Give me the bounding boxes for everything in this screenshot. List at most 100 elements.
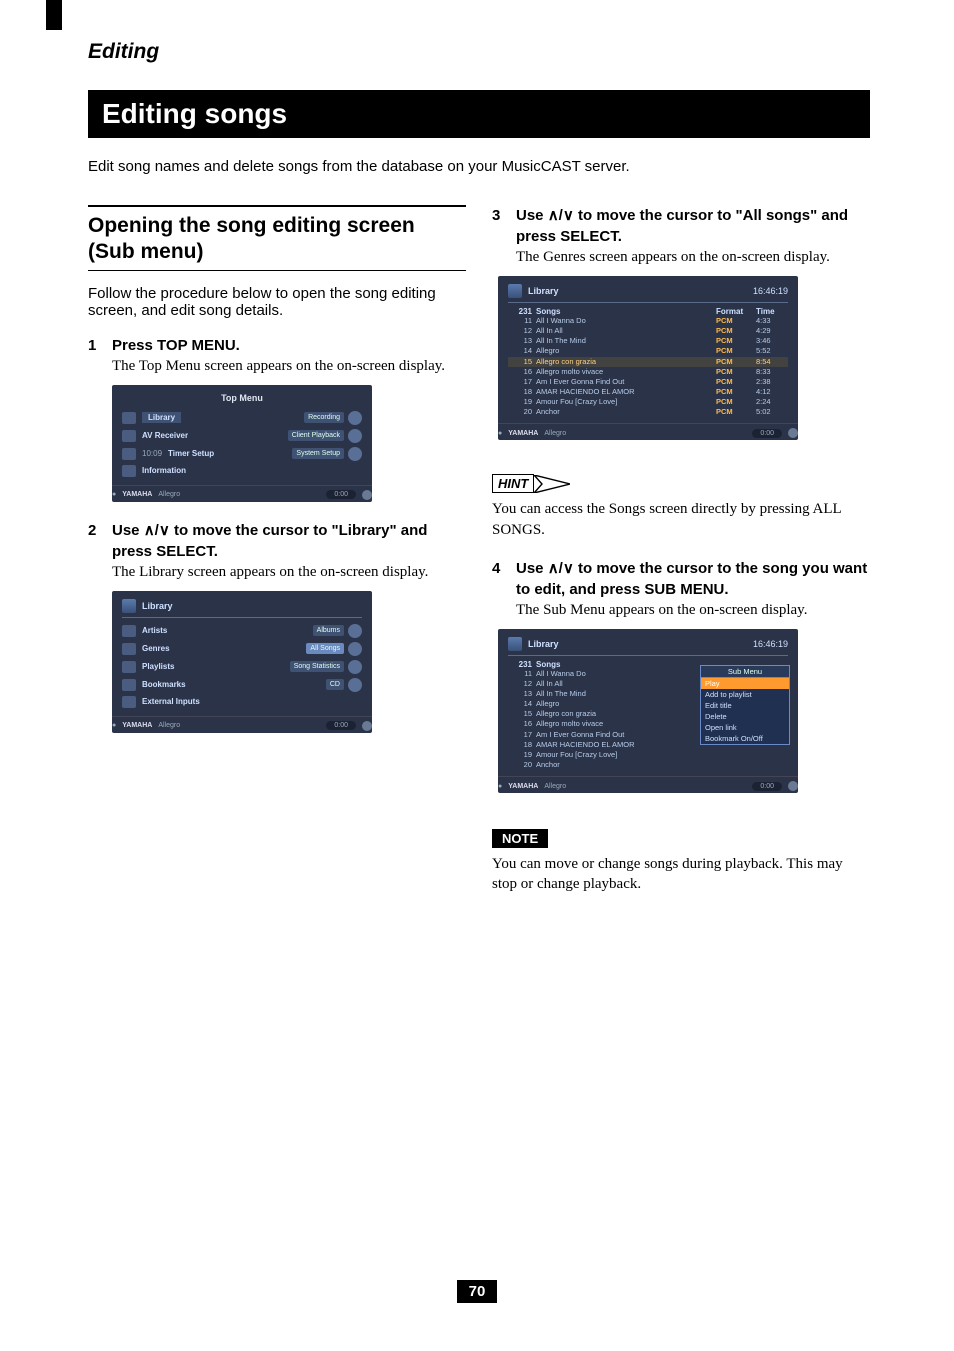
song-count: 231 [510, 660, 536, 669]
menu-row: Artists Albums [122, 622, 362, 640]
now-playing-track: Allegro [544, 783, 566, 790]
screenshot-songs-list: Library 16:46:19 231 Songs Format Time 1… [498, 276, 798, 440]
page-edge-tab [46, 0, 62, 30]
step-title: Use ∧/∨ to move the cursor to the song y… [516, 558, 870, 600]
step-description: The Sub Menu appears on the on-screen di… [516, 602, 870, 619]
menu-item-label: Artists [142, 626, 167, 635]
submenu-title: Sub Menu [701, 666, 789, 678]
menu-tile-label: Albums [313, 625, 344, 636]
song-name: Allegro [536, 699, 716, 709]
song-name: Anchor [536, 407, 716, 417]
song-format: PCM [716, 387, 756, 397]
section-header: Editing [88, 40, 870, 64]
category-icon [122, 696, 136, 708]
hint-label: HINT [492, 474, 570, 493]
screenshot-library: Library ArtistsAlbumsGenresAll SongsPlay… [112, 591, 372, 733]
table-header: 231 Songs Format Time [508, 307, 788, 316]
song-format: PCM [716, 357, 756, 367]
menu-tile-label: Recording [304, 412, 344, 423]
song-name: Am I Ever Gonna Find Out [536, 377, 716, 387]
menu-row: 10:09Timer SetupSystem Setup [122, 445, 362, 463]
song-format: PCM [716, 336, 756, 346]
row-number: 17 [510, 377, 536, 387]
menu-row: Genres All Songs [122, 640, 362, 658]
library-icon [122, 412, 136, 424]
song-name: Allegro con grazia [536, 709, 716, 719]
song-name: All In All [536, 326, 716, 336]
step-description: The Top Menu screen appears on the on-sc… [112, 358, 466, 375]
clock: 16:46:19 [753, 286, 788, 296]
step-number: 1 [88, 335, 102, 356]
av-icon [122, 430, 136, 442]
menu-tile-label: Song Statistics [290, 661, 344, 672]
row-number: 20 [510, 407, 536, 417]
row-number: 11 [510, 669, 536, 679]
updown-arrows-icon: ∧/∨ [144, 522, 170, 539]
song-name: Anchor [536, 760, 716, 770]
intro-text: Edit song names and delete songs from th… [88, 158, 870, 175]
submenu-item: Bookmark On/Off [701, 733, 789, 744]
elapsed-time: 0:00 [752, 782, 782, 791]
row-number: 15 [510, 357, 536, 367]
menu-row: AV ReceiverClient Playback [122, 427, 362, 445]
timer-icon [122, 448, 136, 460]
now-playing-track: Allegro [158, 491, 180, 498]
elapsed-time: 0:00 [326, 721, 356, 730]
menu-item-label: Genres [142, 644, 170, 653]
step-number: 4 [492, 558, 506, 600]
song-name: Allegro [536, 346, 716, 356]
song-name: Allegro molto vivace [536, 719, 716, 729]
brand-label: YAMAHA [508, 783, 538, 790]
submenu-item: Add to playlist [701, 689, 789, 700]
screen-title: Top Menu [122, 393, 362, 403]
status-dot-icon [788, 781, 798, 791]
submenu-popup: Sub Menu PlayAdd to playlistEdit titleDe… [700, 665, 790, 745]
menu-tile-label: CD [326, 679, 344, 690]
col-time: Time [756, 307, 786, 316]
song-format: PCM [716, 407, 756, 417]
page-title: Editing songs [88, 90, 870, 138]
song-duration: 5:52 [756, 346, 786, 356]
now-playing-track: Allegro [158, 722, 180, 729]
step-description: The Genres screen appears on the on-scre… [516, 249, 870, 266]
song-name: AMAR HACIENDO EL AMOR [536, 740, 716, 750]
song-format: PCM [716, 397, 756, 407]
clock: 16:46:19 [753, 639, 788, 649]
song-count: 231 [510, 307, 536, 316]
song-name: Allegro molto vivace [536, 367, 716, 377]
menu-row: PlaylistsSong Statistics [122, 658, 362, 676]
menu-row: LibraryRecording [122, 409, 362, 427]
row-number: 17 [510, 730, 536, 740]
table-row: 11All I Wanna DoPCM4:33 [508, 316, 788, 326]
category-icon [122, 643, 136, 655]
menu-row: Information [122, 463, 362, 479]
song-duration: 5:02 [756, 407, 786, 417]
breadcrumb-library: Library [528, 286, 559, 296]
row-number: 19 [510, 397, 536, 407]
row-number: 14 [510, 346, 536, 356]
note-label: NOTE [492, 829, 548, 848]
menu-item-label: Timer Setup [168, 449, 214, 458]
song-name: All In All [536, 679, 716, 689]
submenu-item: Play [701, 678, 789, 689]
status-dot-icon [362, 490, 372, 500]
song-name: All In The Mind [536, 336, 716, 346]
song-format: PCM [716, 316, 756, 326]
lead-text: Follow the procedure below to open the s… [88, 285, 466, 319]
divider [508, 655, 788, 656]
brand-label: YAMAHA [508, 430, 538, 437]
row-number: 20 [510, 760, 536, 770]
updown-arrows-icon: ∧/∨ [548, 207, 574, 224]
status-dot-icon [362, 721, 372, 731]
table-row: 18AMAR HACIENDO EL AMORPCM4:12 [508, 387, 788, 397]
play-icon: ● [112, 491, 116, 498]
menu-tile-label: All Songs [306, 643, 344, 654]
song-name: All I Wanna Do [536, 316, 716, 326]
table-row: 17Am I Ever Gonna Find OutPCM2:38 [508, 377, 788, 387]
table-row: 14AllegroPCM5:52 [508, 346, 788, 356]
screenshot-sub-menu: Library 16:46:19 231 Songs 11All I Wanna… [498, 629, 798, 793]
rule [88, 205, 466, 207]
song-duration: 8:33 [756, 367, 786, 377]
row-number: 16 [510, 367, 536, 377]
menu-item-label: AV Receiver [142, 431, 188, 440]
